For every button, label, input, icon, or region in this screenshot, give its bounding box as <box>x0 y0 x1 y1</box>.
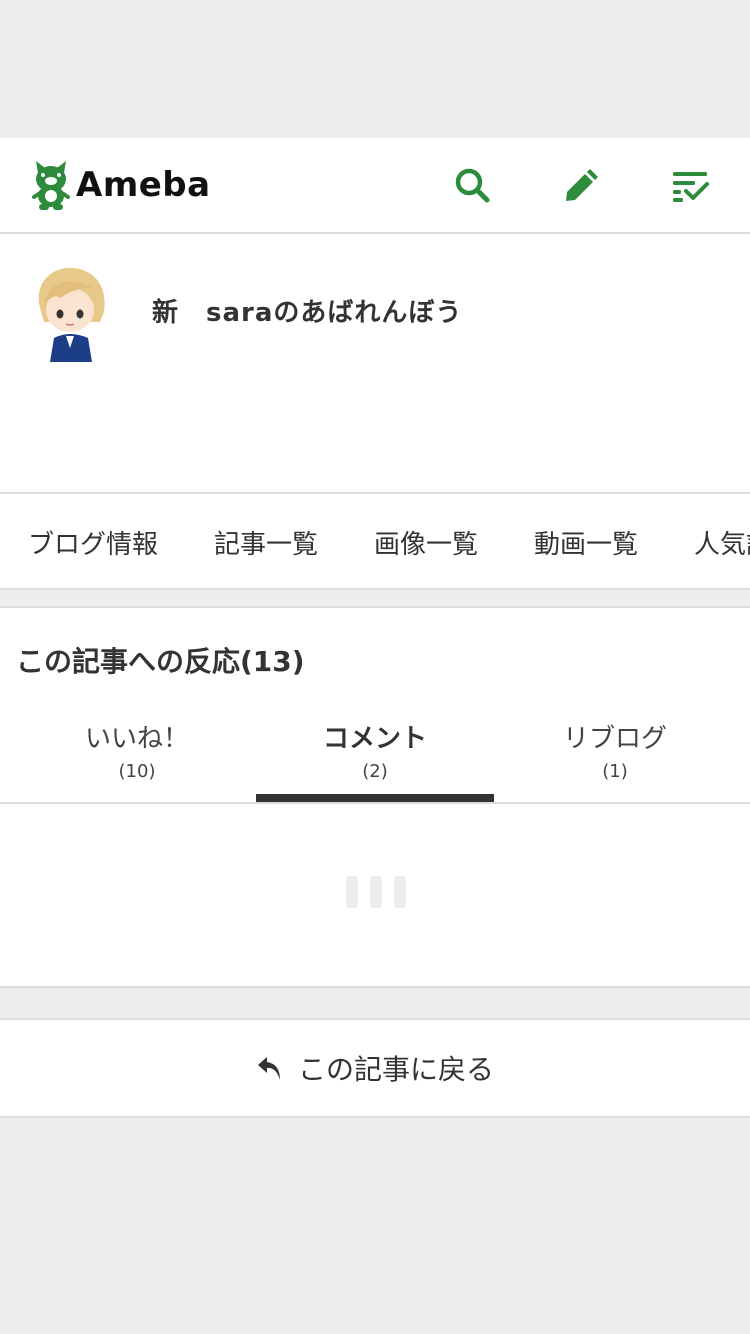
nav-item-blog-info[interactable]: ブログ情報 <box>28 524 158 561</box>
blog-title[interactable]: 新 saraのあばれんぼう <box>152 292 462 329</box>
search-icon[interactable] <box>452 165 492 205</box>
loading-bar <box>394 876 406 908</box>
nav-item-articles[interactable]: 記事一覧 <box>214 524 318 561</box>
tab-likes-count: (10) <box>118 761 156 782</box>
nav-item-popular[interactable]: 人気記 <box>694 524 750 561</box>
back-to-article-button[interactable]: この記事に戻る <box>0 1018 750 1118</box>
nav-item-images[interactable]: 画像一覧 <box>374 524 478 561</box>
ameba-logo[interactable]: Ameba <box>30 158 211 212</box>
reactions-heading: この記事への反応(13) <box>16 645 305 678</box>
loading-bar <box>346 876 358 908</box>
ameba-mascot-icon <box>32 161 70 210</box>
tab-reblogs-count: (1) <box>602 761 628 782</box>
loading-bar <box>370 876 382 908</box>
active-tab-indicator <box>256 794 494 802</box>
logo-text: Ameba <box>76 165 211 205</box>
tab-comments-count: (2) <box>362 761 388 782</box>
pencil-icon[interactable] <box>560 165 600 205</box>
tab-reblogs[interactable]: リブログ (1) <box>496 708 734 802</box>
checklist-icon[interactable] <box>670 165 710 205</box>
reply-arrow-icon <box>257 1057 280 1080</box>
back-label: この記事に戻る <box>297 1053 494 1086</box>
reaction-tabs: いいね！ (10) コメント (2) リブログ (1) <box>0 708 750 804</box>
avatar[interactable] <box>30 264 112 364</box>
tab-likes[interactable]: いいね！ (10) <box>18 708 256 802</box>
blog-nav: ブログ情報 記事一覧 画像一覧 動画一覧 人気記 <box>0 494 750 590</box>
tab-comments-label: コメント <box>322 724 427 754</box>
tab-reblogs-label: リブログ <box>562 724 667 754</box>
app-header: Ameba <box>0 138 750 234</box>
nav-item-videos[interactable]: 動画一覧 <box>534 524 638 561</box>
reactions-section: この記事への反応(13) いいね！ (10) コメント (2) リブログ (1) <box>0 606 750 988</box>
tab-likes-label: いいね！ <box>84 724 189 754</box>
blog-profile: 新 saraのあばれんぼう <box>0 234 750 494</box>
page: Ameba 新 saraのあばれんぼう ブログ情報 記事一覧 画像一覧 動画一覧… <box>0 0 750 1334</box>
tab-comments[interactable]: コメント (2) <box>256 708 494 802</box>
